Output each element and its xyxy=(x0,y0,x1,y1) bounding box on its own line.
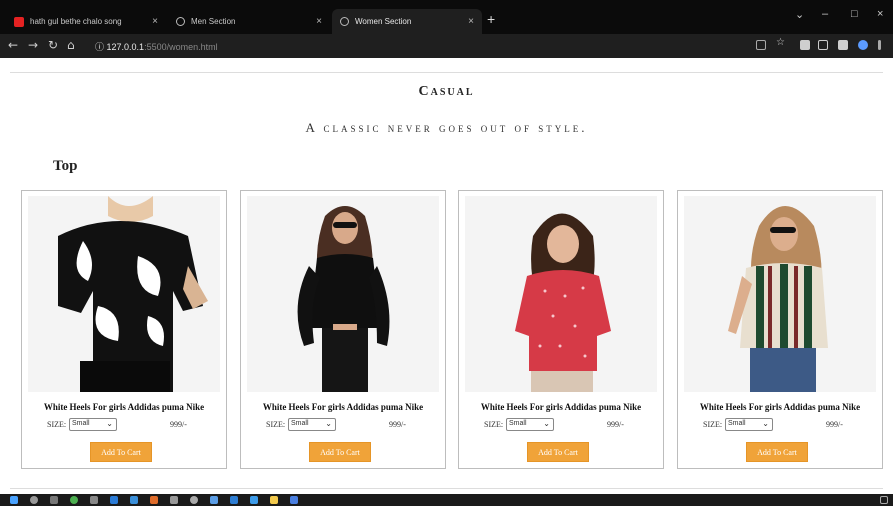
close-icon[interactable]: × xyxy=(152,16,158,27)
product-image xyxy=(684,196,876,392)
browser-tab-bar: hath gul bethe chalo song × Men Section … xyxy=(0,0,893,34)
chevron-down-icon: ⌄ xyxy=(325,419,332,428)
app-icon[interactable] xyxy=(90,496,98,504)
app-icon[interactable] xyxy=(190,496,198,504)
app-icon[interactable] xyxy=(130,496,138,504)
divider xyxy=(10,72,883,73)
product-image xyxy=(28,196,220,392)
windows-start-icon[interactable] xyxy=(10,496,18,504)
size-value: Small xyxy=(509,420,527,427)
app-icon[interactable] xyxy=(170,496,178,504)
notification-icon[interactable] xyxy=(880,496,888,504)
size-label: SIZE: xyxy=(484,420,504,429)
chevron-down-icon[interactable]: ⌄ xyxy=(795,8,804,21)
product-price: 999/- xyxy=(826,420,843,429)
star-icon[interactable]: ☆ xyxy=(776,37,786,48)
divider xyxy=(10,488,883,489)
tab-title: Women Section xyxy=(355,17,412,26)
avatar[interactable] xyxy=(858,40,868,50)
info-icon: ⓘ xyxy=(95,42,107,52)
app-icon[interactable] xyxy=(250,496,258,504)
product-image xyxy=(247,196,439,392)
product-card: White Heels For girls Addidas puma Nike … xyxy=(677,190,883,469)
add-to-cart-button[interactable]: Add To Cart xyxy=(746,442,808,462)
reload-icon[interactable]: ↻ xyxy=(48,38,58,52)
add-to-cart-button[interactable]: Add To Cart xyxy=(527,442,589,462)
app-icon[interactable] xyxy=(210,496,218,504)
url-host: 127.0.0.1 xyxy=(106,42,145,52)
chevron-down-icon: ⌄ xyxy=(543,419,550,428)
product-name: White Heels For girls Addidas puma Nike xyxy=(699,402,861,412)
back-icon[interactable]: ← xyxy=(8,38,18,52)
extension-icon[interactable] xyxy=(800,40,810,50)
close-window-icon[interactable]: × xyxy=(877,8,883,20)
forward-icon[interactable]: → xyxy=(28,38,38,52)
size-select[interactable]: Small ⌄ xyxy=(288,418,336,431)
tab-youtube[interactable]: hath gul bethe chalo song × xyxy=(6,9,166,34)
globe-icon xyxy=(340,17,349,26)
product-card: White Heels For girls Addidas puma Nike … xyxy=(458,190,664,469)
sidebar-icon[interactable] xyxy=(838,40,848,50)
chevron-down-icon: ⌄ xyxy=(106,419,113,428)
globe-icon xyxy=(176,17,185,26)
url-field[interactable]: ⓘ 127.0.0.1:5500/women.html xyxy=(95,40,218,53)
product-name: White Heels For girls Addidas puma Nike xyxy=(480,402,642,412)
product-price: 999/- xyxy=(607,420,624,429)
app-icon[interactable] xyxy=(110,496,118,504)
page-subtitle: A classic never goes out of style. xyxy=(305,120,588,135)
close-icon[interactable]: × xyxy=(468,16,474,27)
share-icon[interactable] xyxy=(756,40,766,50)
product-card: White Heels For girls Addidas puma Nike … xyxy=(21,190,227,469)
app-icon[interactable] xyxy=(270,496,278,504)
home-icon[interactable]: ⌂ xyxy=(67,38,75,52)
tab-women-section[interactable]: Women Section × xyxy=(332,9,482,34)
task-view-icon[interactable] xyxy=(50,496,58,504)
os-taskbar xyxy=(0,494,893,506)
add-to-cart-button[interactable]: Add To Cart xyxy=(90,442,152,462)
size-select[interactable]: Small ⌄ xyxy=(69,418,117,431)
chevron-down-icon: ⌄ xyxy=(762,419,769,428)
extension-icon[interactable] xyxy=(818,40,828,50)
size-value: Small xyxy=(728,420,746,427)
size-label: SIZE: xyxy=(703,420,723,429)
size-value: Small xyxy=(72,420,90,427)
size-label: SIZE: xyxy=(47,420,67,429)
chrome-icon[interactable] xyxy=(70,496,78,504)
size-select[interactable]: Small ⌄ xyxy=(725,418,773,431)
product-card: White Heels For girls Addidas puma Nike … xyxy=(240,190,446,469)
close-icon[interactable]: × xyxy=(316,16,322,27)
maximize-icon[interactable]: □ xyxy=(851,8,858,20)
tab-men-section[interactable]: Men Section × xyxy=(168,9,330,34)
size-select[interactable]: Small ⌄ xyxy=(506,418,554,431)
product-name: White Heels For girls Addidas puma Nike xyxy=(262,402,424,412)
menu-icon[interactable] xyxy=(878,40,881,50)
minimize-icon[interactable]: – xyxy=(822,8,828,20)
add-to-cart-button[interactable]: Add To Cart xyxy=(309,442,371,462)
product-price: 999/- xyxy=(389,420,406,429)
product-name: White Heels For girls Addidas puma Nike xyxy=(43,402,205,412)
youtube-icon xyxy=(14,16,24,27)
app-icon[interactable] xyxy=(230,496,238,504)
new-tab-icon[interactable]: + xyxy=(487,11,495,27)
product-price: 999/- xyxy=(170,420,187,429)
section-heading: Top xyxy=(53,158,78,174)
app-icon[interactable] xyxy=(150,496,158,504)
size-value: Small xyxy=(291,420,309,427)
page-title: Casual xyxy=(418,84,475,99)
tab-title: Men Section xyxy=(191,17,236,26)
search-icon[interactable] xyxy=(30,496,38,504)
address-bar: ← → ↻ ⌂ ⓘ 127.0.0.1:5500/women.html ☆ xyxy=(0,34,893,58)
product-image xyxy=(465,196,657,392)
tab-title: hath gul bethe chalo song xyxy=(30,17,122,26)
size-label: SIZE: xyxy=(266,420,286,429)
url-path: :5500/women.html xyxy=(144,42,218,52)
app-icon[interactable] xyxy=(290,496,298,504)
